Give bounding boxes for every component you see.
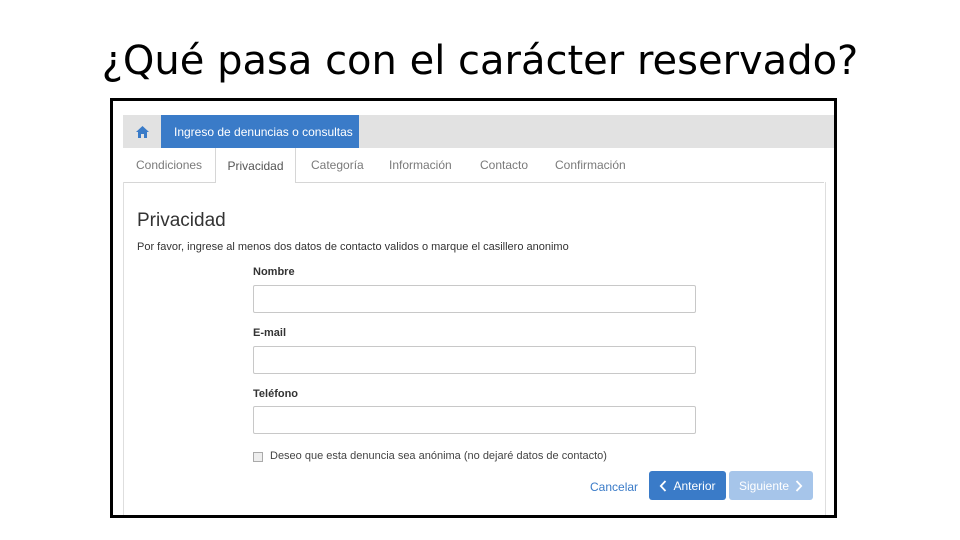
- email-label: E-mail: [253, 327, 287, 339]
- step-informacion[interactable]: Información: [389, 148, 452, 182]
- step-categoria[interactable]: Categoría: [311, 148, 364, 182]
- previous-button[interactable]: Anterior: [649, 471, 726, 500]
- cancel-link[interactable]: Cancelar: [590, 480, 638, 494]
- home-button[interactable]: [123, 115, 161, 148]
- slide-title: ¿Qué pasa con el carácter reservado?: [101, 38, 859, 84]
- next-button[interactable]: Siguiente: [729, 471, 813, 500]
- email-input[interactable]: [253, 346, 696, 374]
- telefono-label: Teléfono: [253, 388, 299, 400]
- wizard-steps: Condiciones Privacidad Categoría Informa…: [123, 148, 824, 183]
- next-button-label: Siguiente: [738, 478, 790, 493]
- app-screenshot: Ingreso de denuncias o consultas Condici…: [110, 98, 837, 518]
- step-privacidad[interactable]: Privacidad: [215, 148, 296, 183]
- panel-title: Privacidad: [137, 210, 226, 231]
- anonymous-checkbox[interactable]: [253, 452, 263, 462]
- chevron-left-icon: [660, 479, 667, 492]
- step-confirmacion[interactable]: Confirmación: [555, 148, 626, 182]
- nombre-label: Nombre: [253, 266, 295, 278]
- chevron-right-icon: [795, 479, 803, 492]
- previous-button-label: Anterior: [673, 478, 716, 493]
- tab-ingreso-denuncias[interactable]: Ingreso de denuncias o consultas: [161, 115, 359, 148]
- nombre-input[interactable]: [253, 285, 696, 313]
- telefono-input[interactable]: [253, 406, 696, 434]
- step-condiciones[interactable]: Condiciones: [136, 148, 202, 182]
- step-contacto[interactable]: Contacto: [480, 148, 528, 182]
- privacy-panel: Privacidad Por favor, ingrese al menos d…: [123, 182, 826, 515]
- anonymous-checkbox-label[interactable]: Deseo que esta denuncia sea anónima (no …: [270, 450, 607, 462]
- top-navigation-bar: Ingreso de denuncias o consultas: [123, 115, 834, 148]
- panel-description: Por favor, ingrese al menos dos datos de…: [137, 241, 569, 253]
- home-icon: [135, 125, 149, 138]
